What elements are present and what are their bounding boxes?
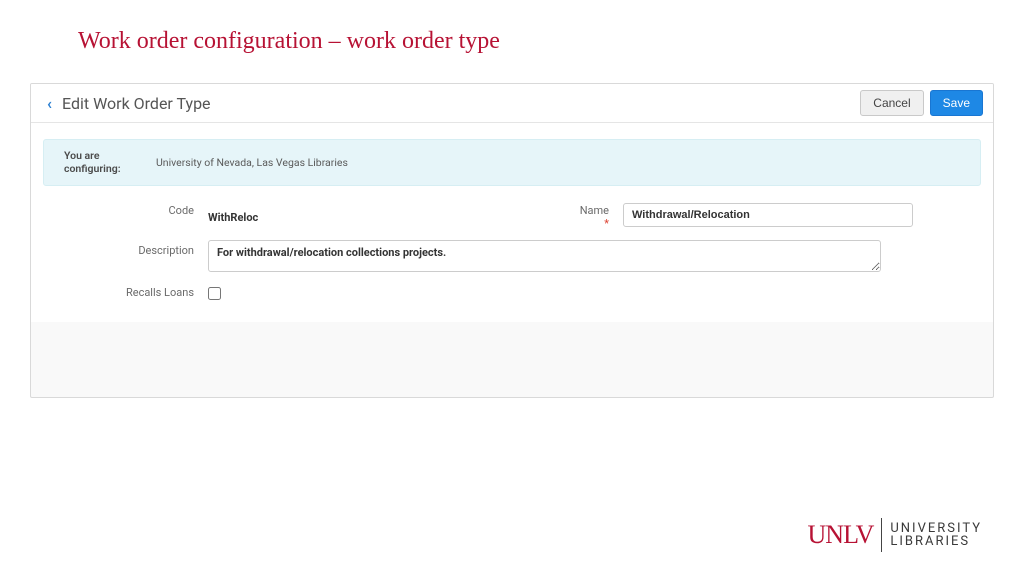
code-label: Code xyxy=(43,200,208,217)
context-banner: You are configuring: University of Nevad… xyxy=(43,139,981,186)
row-description: Description xyxy=(43,240,941,272)
libraries-line-2: LIBRARIES xyxy=(890,535,982,548)
description-field[interactable] xyxy=(208,240,881,272)
context-value: University of Nevada, Las Vegas Librarie… xyxy=(156,156,348,169)
chevron-left-icon[interactable]: ‹ xyxy=(41,94,58,113)
logo-divider xyxy=(881,518,882,552)
form: Code WithReloc Name Description Recalls … xyxy=(43,186,981,300)
unlv-wordmark: UNLV xyxy=(808,520,874,550)
panel-body: You are configuring: University of Nevad… xyxy=(31,123,993,322)
code-value: WithReloc xyxy=(208,206,258,224)
recalls-checkbox[interactable] xyxy=(208,287,221,300)
save-button[interactable]: Save xyxy=(930,90,983,116)
page-title: Edit Work Order Type xyxy=(58,94,854,113)
recalls-label: Recalls Loans xyxy=(43,282,208,299)
context-label: You are configuring: xyxy=(64,150,124,175)
row-code-name: Code WithReloc Name xyxy=(43,200,941,230)
slide-title: Work order configuration – work order ty… xyxy=(0,0,1024,55)
panel-header: ‹ Edit Work Order Type Cancel Save xyxy=(31,84,993,123)
cancel-button[interactable]: Cancel xyxy=(860,90,923,116)
footer-logo: UNLV UNIVERSITY LIBRARIES xyxy=(808,518,982,552)
app-panel: ‹ Edit Work Order Type Cancel Save You a… xyxy=(30,83,994,398)
description-label: Description xyxy=(43,240,208,257)
name-field[interactable] xyxy=(623,203,913,227)
libraries-wordmark: UNIVERSITY LIBRARIES xyxy=(890,522,982,548)
row-recalls: Recalls Loans xyxy=(43,282,941,300)
name-label: Name xyxy=(573,200,623,230)
